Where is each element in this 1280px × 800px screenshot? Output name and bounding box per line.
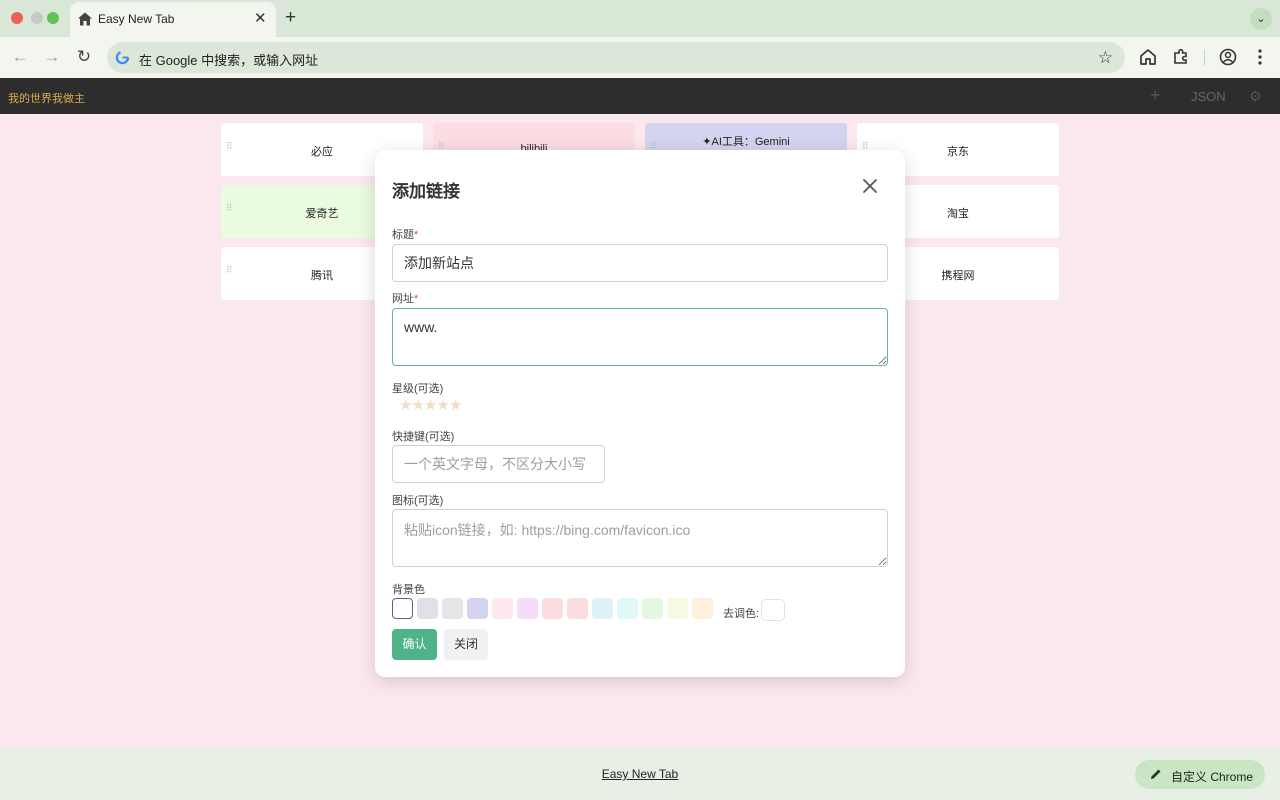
new-tab-button[interactable]: + xyxy=(285,7,296,29)
color-swatch[interactable] xyxy=(467,598,488,619)
close-icon[interactable] xyxy=(860,176,880,196)
stars-field-label: 星级(可选) xyxy=(392,383,444,395)
star-icon[interactable]: ★ xyxy=(411,397,424,414)
color-swatch[interactable] xyxy=(392,598,413,619)
close-button[interactable]: 关闭 xyxy=(444,629,488,660)
color-swatch[interactable] xyxy=(417,598,438,619)
window-close-button[interactable] xyxy=(11,12,23,24)
window-minimize-button[interactable] xyxy=(31,12,43,24)
color-swatch[interactable] xyxy=(567,598,588,619)
decolor-picker[interactable] xyxy=(761,599,785,621)
url-field-label: 网址* xyxy=(392,293,419,305)
color-swatch[interactable] xyxy=(592,598,613,619)
color-swatch[interactable] xyxy=(617,598,638,619)
title-field-label: 标题* xyxy=(392,229,419,241)
customize-chrome-label: 自定义 Chrome xyxy=(1171,770,1254,784)
star-icon[interactable]: ★ xyxy=(449,397,462,414)
color-swatch[interactable] xyxy=(667,598,688,619)
color-swatch[interactable] xyxy=(692,598,713,619)
home-icon[interactable] xyxy=(1138,47,1158,67)
browser-tab[interactable]: Easy New Tab ✕ xyxy=(70,2,276,37)
shortcut-input[interactable] xyxy=(392,445,605,483)
more-menu-icon[interactable] xyxy=(1250,47,1270,67)
browser-tabstrip: Easy New Tab ✕ + ⌄ xyxy=(0,0,1280,37)
browser-toolbar: ← → ↻ 在 Google 中搜索，或输入网址 ☆ xyxy=(0,37,1280,78)
tab-search-button[interactable]: ⌄ xyxy=(1250,8,1272,30)
star-rating[interactable]: ★★★★★ xyxy=(399,396,462,415)
icon-url-input[interactable] xyxy=(392,509,888,567)
app-title: 我的世界我做主 xyxy=(8,93,85,105)
color-swatch[interactable] xyxy=(542,598,563,619)
shortcut-field-label: 快捷键(可选) xyxy=(392,431,455,443)
color-swatch[interactable] xyxy=(517,598,538,619)
settings-gear-icon[interactable]: ⚙ xyxy=(1249,88,1262,105)
google-logo-icon xyxy=(115,50,130,65)
extensions-puzzle-icon[interactable] xyxy=(1171,47,1191,67)
window-maximize-button[interactable] xyxy=(47,12,59,24)
required-mark: * xyxy=(414,229,419,241)
profile-avatar-icon[interactable] xyxy=(1218,47,1238,67)
bookmark-star-icon[interactable]: ☆ xyxy=(1098,48,1113,68)
customize-chrome-button[interactable]: 自定义 Chrome xyxy=(1135,760,1265,789)
star-icon[interactable]: ★ xyxy=(436,397,449,414)
color-swatch[interactable] xyxy=(492,598,513,619)
bg-color-label: 背景色 xyxy=(392,584,425,596)
pencil-icon xyxy=(1151,769,1161,779)
icon-field-label: 图标(可选) xyxy=(392,495,444,507)
add-link-dialog: 添加链接 标题* 网址* www. 星级(可选) ★★★★★ 快捷键(可选) 图… xyxy=(375,150,905,677)
url-input[interactable]: www. xyxy=(392,308,888,366)
address-bar[interactable]: 在 Google 中搜索，或输入网址 ☆ xyxy=(107,42,1125,73)
title-input[interactable] xyxy=(392,244,888,282)
required-mark: * xyxy=(414,293,419,305)
tab-close-icon[interactable]: ✕ xyxy=(254,10,267,28)
back-arrow-icon[interactable]: ← xyxy=(9,46,31,68)
toolbar-separator xyxy=(1204,50,1205,66)
app-header: 我的世界我做主 + JSON ⚙ xyxy=(0,78,1280,114)
link-card-label: ✦AI工具：Gemini xyxy=(702,136,790,148)
reload-icon[interactable]: ↻ xyxy=(73,46,95,68)
add-link-button[interactable]: + xyxy=(1150,85,1161,106)
tab-title: Easy New Tab xyxy=(98,12,175,26)
decolor-label: 去调色: xyxy=(723,608,760,620)
forward-arrow-icon[interactable]: → xyxy=(41,46,63,68)
color-swatch[interactable] xyxy=(642,598,663,619)
page-footer: Easy New Tab 自定义 Chrome xyxy=(0,748,1280,800)
confirm-button[interactable]: 确认 xyxy=(392,629,437,660)
dialog-title: 添加链接 xyxy=(392,182,460,201)
color-swatch[interactable] xyxy=(442,598,463,619)
home-icon xyxy=(78,12,92,26)
json-button[interactable]: JSON xyxy=(1191,89,1226,104)
footer-link[interactable]: Easy New Tab xyxy=(0,767,1280,781)
address-bar-placeholder: 在 Google 中搜索，或输入网址 xyxy=(139,53,319,68)
